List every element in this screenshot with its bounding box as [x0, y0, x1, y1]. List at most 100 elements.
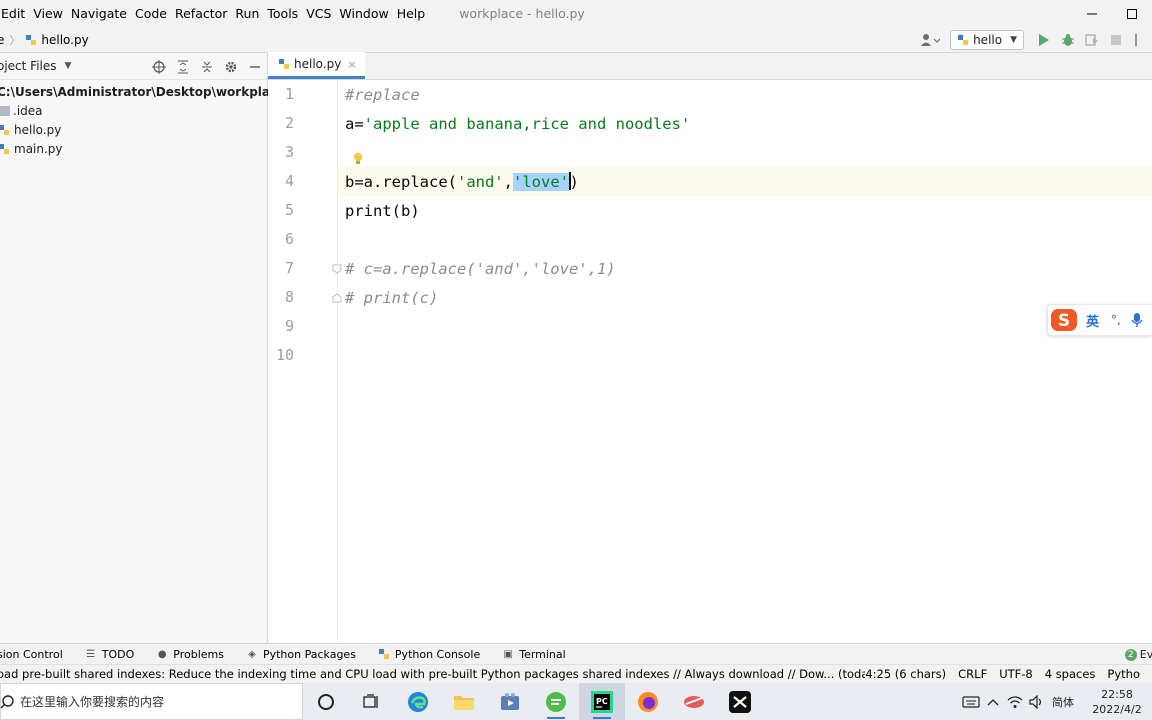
breadcrumb-file[interactable]: hello.py: [25, 32, 89, 47]
status-message[interactable]: oad pre-built shared indexes: Reduce the…: [0, 667, 865, 681]
comment-token: # c=a.replace('and','love',1): [345, 260, 616, 278]
taskbar-search-input[interactable]: 在这里输入你要搜索的内容: [0, 683, 303, 720]
ime-punctuation-toggle[interactable]: °,: [1111, 313, 1121, 327]
python-interpreter[interactable]: Pytho: [1107, 667, 1140, 681]
stop-button[interactable]: [1104, 28, 1128, 52]
settings-button[interactable]: [219, 55, 243, 79]
tool-todo[interactable]: ☰ TODO: [85, 648, 134, 661]
event-log-button[interactable]: 2 Eve: [1124, 644, 1152, 665]
firefox-app-button[interactable]: [625, 683, 671, 720]
line-separator[interactable]: CRLF: [958, 667, 987, 681]
tab-label: hello.py: [294, 57, 342, 71]
expand-all-button[interactable]: [171, 55, 195, 79]
menu-edit[interactable]: Edit: [0, 6, 29, 21]
menu-view[interactable]: View: [29, 6, 67, 21]
tool-python-console[interactable]: Python Console: [378, 648, 480, 661]
fold-marker-icon[interactable]: [332, 264, 342, 274]
tool-python-packages[interactable]: ◈ Python Packages: [246, 648, 356, 661]
breadcrumb-project[interactable]: e: [0, 33, 4, 47]
tree-item-main-py[interactable]: main.py: [0, 139, 267, 158]
code-token: print(b): [345, 202, 420, 220]
menu-run[interactable]: Run: [231, 6, 263, 21]
airplane-icon: [684, 695, 704, 708]
user-account-button[interactable]: [918, 28, 942, 52]
tool-problems[interactable]: ● Problems: [156, 648, 224, 661]
status-bar: oad pre-built shared indexes: Reduce the…: [0, 664, 1152, 683]
console-icon: [378, 649, 389, 659]
line-number: 5: [284, 201, 294, 219]
line-number: 3: [284, 143, 294, 161]
pycharm-icon: PC: [591, 690, 613, 713]
breadcrumb-file-label: hello.py: [41, 32, 89, 47]
file-encoding[interactable]: UTF-8: [999, 667, 1033, 681]
volume-button[interactable]: [1026, 692, 1048, 712]
project-tree: C:\Users\Administrator\Desktop\workplace…: [0, 80, 285, 158]
debug-button[interactable]: [1056, 28, 1080, 52]
code-area[interactable]: #replace a='apple and banana,rice and no…: [332, 80, 1152, 643]
fold-marker-icon[interactable]: [332, 293, 342, 303]
green-app-button[interactable]: [533, 683, 579, 720]
input-language-indicator[interactable]: 简体: [1052, 694, 1074, 710]
menu-bar: Edit View Navigate Code Refactor Run Too…: [0, 0, 1152, 27]
menu-navigate[interactable]: Navigate: [67, 6, 131, 21]
chevron-up-icon: [987, 698, 999, 705]
menu-tools[interactable]: Tools: [263, 6, 302, 21]
coverage-button[interactable]: [1080, 28, 1104, 52]
minimize-button[interactable]: [1072, 0, 1112, 27]
ime-mode-toggle[interactable]: 英: [1086, 311, 1099, 330]
system-clock[interactable]: 22:58 2022/4/2: [1082, 687, 1152, 717]
indent-setting[interactable]: 4 spaces: [1045, 667, 1096, 681]
tab-hello-py[interactable]: hello.py ×: [268, 52, 365, 79]
network-button[interactable]: [1004, 692, 1026, 712]
ime-toolbar[interactable]: S 英 °,: [1047, 304, 1152, 336]
packages-icon: ◈: [248, 648, 256, 660]
tree-root-label: C:\Users\Administrator\Desktop\workplace: [0, 84, 286, 99]
lightbulb-icon[interactable]: [353, 152, 363, 166]
menu-refactor[interactable]: Refactor: [171, 6, 231, 21]
task-view-button[interactable]: [349, 683, 395, 720]
sogou-logo-icon[interactable]: S: [1050, 307, 1078, 333]
tree-item-hello-py[interactable]: hello.py: [0, 120, 267, 139]
event-log-label: Eve: [1139, 648, 1152, 661]
capcut-app-button[interactable]: [717, 683, 763, 720]
chevron-down-icon[interactable]: ▼: [65, 61, 72, 71]
menu-code[interactable]: Code: [131, 6, 171, 21]
menu-vcs[interactable]: VCS: [302, 6, 335, 21]
tree-root-folder[interactable]: C:\Users\Administrator\Desktop\workplace: [0, 82, 285, 101]
run-configuration-select[interactable]: hello ▼: [950, 30, 1024, 50]
caret-position[interactable]: 4:25 (6 chars): [865, 667, 946, 681]
collapse-all-button[interactable]: [195, 55, 219, 79]
microphone-icon[interactable]: [1131, 312, 1143, 328]
folder-icon: [454, 695, 474, 710]
edge-app-button[interactable]: [395, 683, 441, 720]
remote-app-button[interactable]: [671, 683, 717, 720]
wifi-icon: [1007, 695, 1023, 708]
file-explorer-button[interactable]: [441, 683, 487, 720]
code-line-4: b=a.replace('and','love'): [345, 172, 579, 192]
cortana-button[interactable]: [303, 683, 349, 720]
code-editor[interactable]: 1 2 3 4 5 6 7 8 9 10 #replace a='apple a…: [268, 80, 1152, 643]
close-icon[interactable]: ×: [347, 58, 356, 71]
show-hidden-icons-button[interactable]: [982, 692, 1004, 712]
tool-terminal[interactable]: ▣ Terminal: [502, 648, 565, 661]
search-everywhere-button[interactable]: [1128, 28, 1152, 52]
maximize-button[interactable]: [1112, 0, 1152, 27]
hide-panel-button[interactable]: [243, 55, 267, 79]
user-icon: [921, 34, 941, 46]
collapse-all-icon: [202, 61, 212, 72]
project-view-selector[interactable]: oject Files: [0, 59, 57, 73]
menu-window[interactable]: Window: [335, 6, 392, 21]
task-view-icon: [363, 693, 378, 708]
cortana-icon: [318, 693, 334, 710]
tool-version-control[interactable]: sion Control: [0, 648, 63, 661]
menu-help[interactable]: Help: [393, 6, 430, 21]
pycharm-app-button[interactable]: PC: [579, 683, 625, 720]
code-token: ): [569, 173, 579, 191]
keyboard-button[interactable]: [960, 692, 982, 712]
run-button[interactable]: [1032, 28, 1056, 52]
windows-taskbar: 在这里输入你要搜索的内容 PC 简体 22:58 2022/4/2: [0, 683, 1152, 720]
select-opened-file-button[interactable]: [147, 55, 171, 79]
tool-label: Python Console: [394, 647, 481, 661]
media-app-button[interactable]: [487, 683, 533, 720]
tree-item-idea[interactable]: .idea: [0, 101, 267, 120]
